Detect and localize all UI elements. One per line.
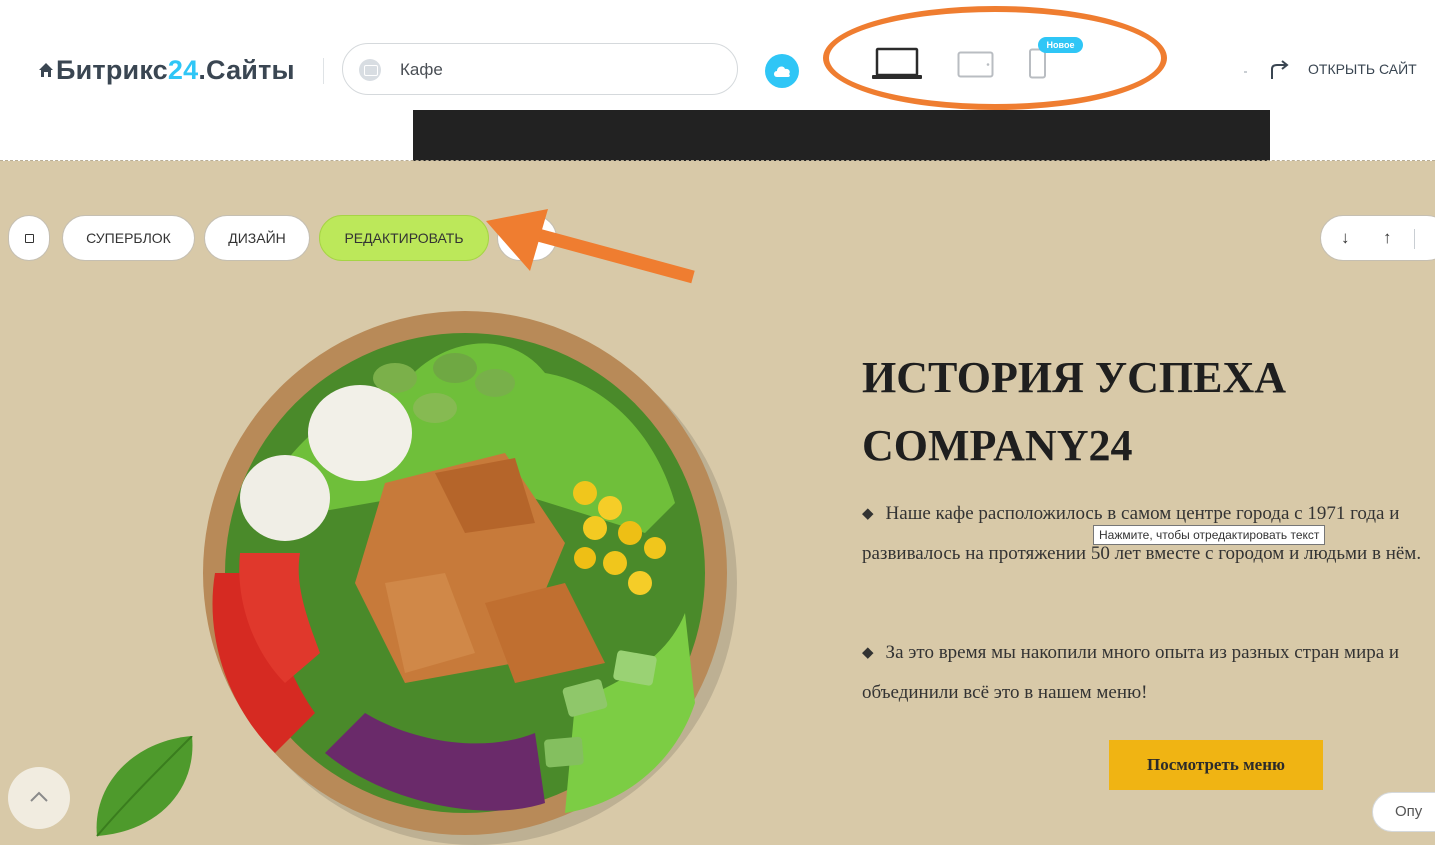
toolbar-divider bbox=[1244, 71, 1247, 73]
move-down-button[interactable]: ↓ bbox=[1341, 228, 1350, 248]
move-block-controls: ↓ ↑ bbox=[1320, 215, 1435, 261]
salad-bowl-image bbox=[185, 283, 755, 845]
top-bar: Битрикс24.Сайты Кафе Новое ОТКРЫТЬ САЙТ bbox=[0, 0, 1435, 110]
hero-block: СУПЕРБЛОК ДИЗАЙН РЕДАКТИРОВАТЬ ↓ ↑ ИСТОР… bbox=[0, 161, 1435, 845]
paragraph-2-text: За это время мы накопили много опыта из … bbox=[862, 642, 1400, 703]
block-heading[interactable]: ИСТОРИЯ УСПЕХА COMPANY24 bbox=[862, 344, 1382, 480]
bullet-icon: ◆ bbox=[862, 506, 874, 522]
device-highlight-ring bbox=[823, 6, 1167, 110]
block-select-button[interactable] bbox=[8, 215, 50, 261]
publish-button[interactable]: Опу bbox=[1372, 792, 1435, 832]
superblock-button[interactable]: СУПЕРБЛОК bbox=[62, 215, 195, 261]
paragraph-2[interactable]: ◆ За это время мы накопили много опыта из… bbox=[862, 633, 1432, 712]
controls-divider bbox=[1414, 229, 1415, 249]
site-name: Кафе bbox=[400, 60, 443, 79]
brand-divider bbox=[323, 58, 324, 84]
redo-icon[interactable] bbox=[1267, 59, 1291, 86]
move-up-button[interactable]: ↑ bbox=[1383, 228, 1392, 248]
cloud-icon[interactable] bbox=[765, 54, 799, 88]
brand-suffix: .Сайты bbox=[198, 55, 295, 85]
site-selector[interactable]: Кафе bbox=[342, 43, 738, 95]
edit-text-tooltip: Нажмите, чтобы отредактировать текст bbox=[1093, 525, 1326, 545]
brand-number: 24 bbox=[167, 55, 199, 85]
bullet-icon: ◆ bbox=[862, 645, 874, 661]
brand-prefix: Битрикс bbox=[56, 55, 168, 85]
heading-line-2: COMPANY24 bbox=[862, 421, 1133, 470]
home-icon[interactable] bbox=[38, 62, 54, 78]
heading-line-1: ИСТОРИЯ УСПЕХА bbox=[862, 353, 1287, 402]
open-site-link[interactable]: ОТКРЫТЬ САЙТ bbox=[1308, 61, 1417, 77]
pointer-arrow-icon bbox=[478, 209, 698, 294]
square-icon bbox=[24, 233, 34, 243]
edit-button[interactable]: РЕДАКТИРОВАТЬ bbox=[319, 215, 489, 261]
view-menu-button[interactable]: Посмотреть меню bbox=[1109, 740, 1323, 790]
design-button[interactable]: ДИЗАЙН bbox=[204, 215, 310, 261]
brand-logo[interactable]: Битрикс24.Сайты bbox=[56, 55, 295, 86]
site-thumb-icon bbox=[359, 59, 381, 81]
previous-block-image bbox=[413, 110, 1270, 162]
basil-leaf-image bbox=[82, 735, 212, 845]
scroll-up-button[interactable] bbox=[8, 767, 70, 829]
